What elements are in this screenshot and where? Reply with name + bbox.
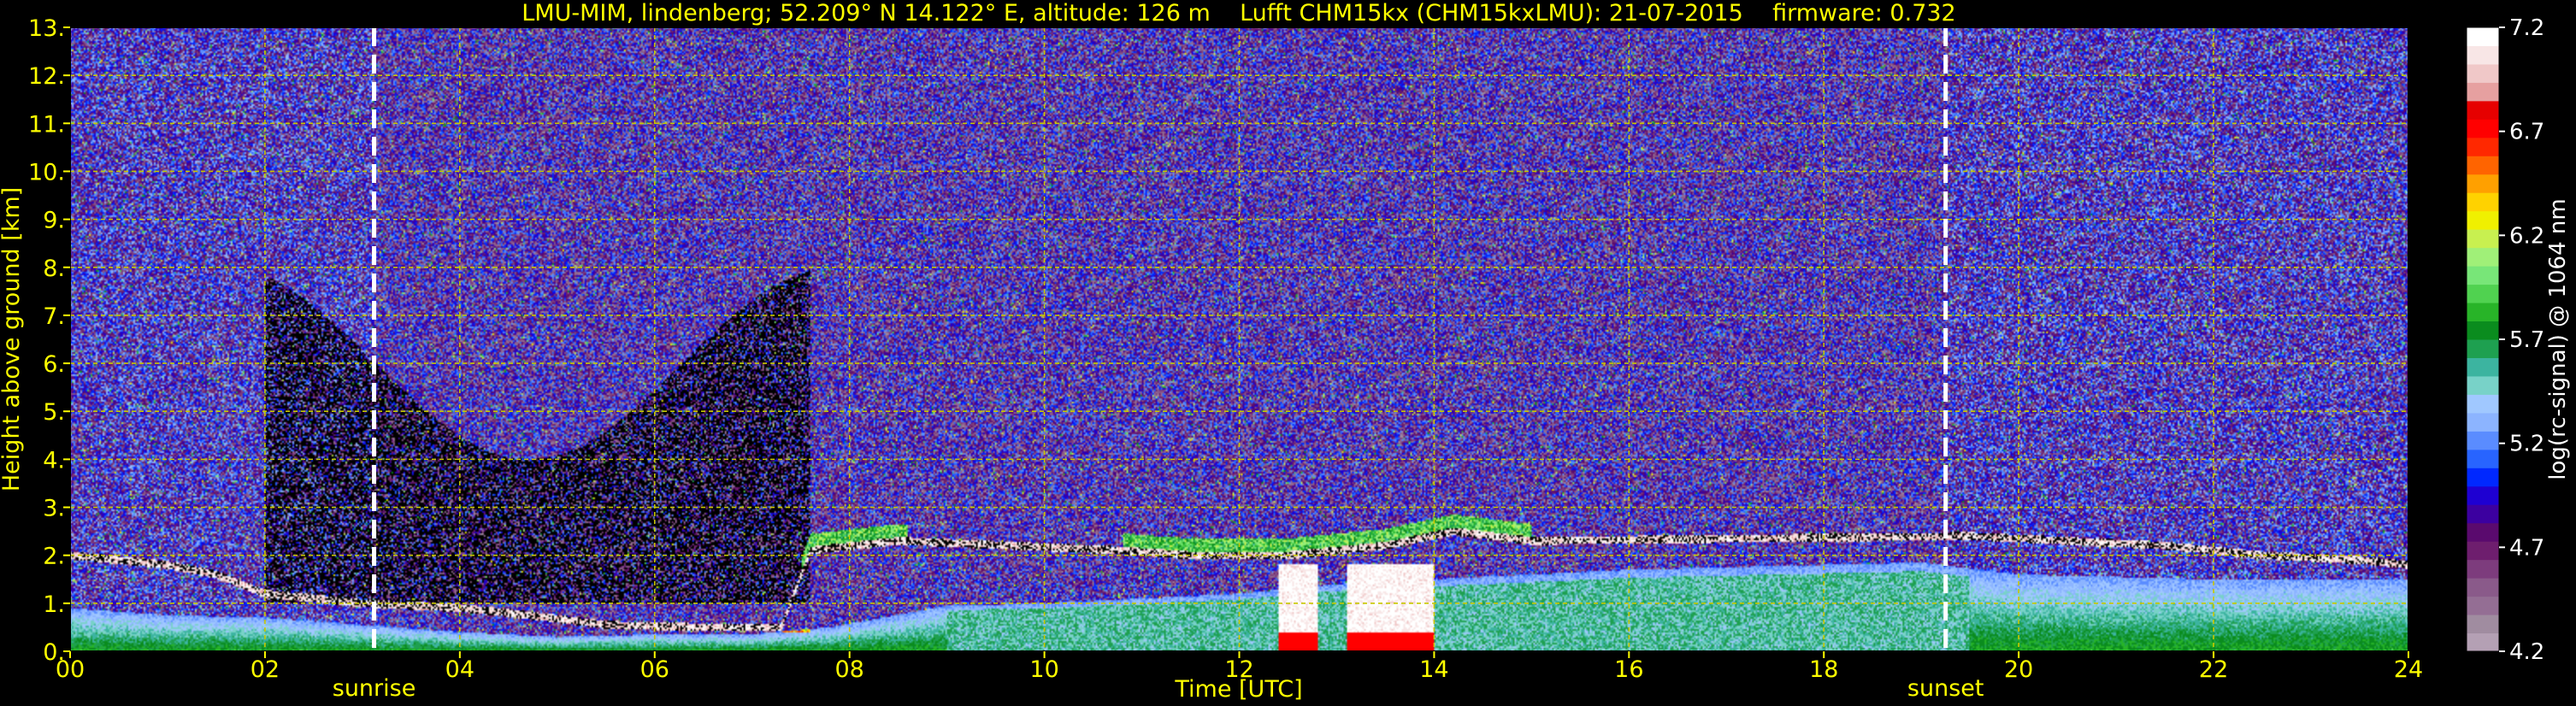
plot-area: [69, 26, 2409, 652]
y-tick-label: 11.: [28, 111, 65, 138]
colorbar-tick-label: 5.7: [2509, 327, 2544, 353]
colorbar-swatch: [2467, 394, 2499, 414]
colorbar-swatch: [2467, 522, 2499, 542]
ceilometer-figure: LMU-MIM, lindenberg; 52.209° N 14.122° E…: [0, 0, 2576, 706]
x-tick-label: 08: [834, 656, 864, 683]
colorbar-swatch: [2467, 431, 2499, 450]
x-tick-label: 04: [445, 656, 475, 683]
colorbar-swatch: [2467, 45, 2499, 65]
x-tick-label: 22: [2199, 656, 2228, 683]
colorbar-swatch: [2467, 485, 2499, 505]
colorbar-swatch: [2467, 82, 2499, 102]
colorbar-tick-label: 6.2: [2509, 223, 2544, 249]
x-tick-label: 16: [1614, 656, 1643, 683]
colorbar-swatch: [2467, 357, 2499, 377]
colorbar-tick-label: 6.7: [2509, 120, 2544, 145]
colorbar-swatch: [2467, 412, 2499, 432]
colorbar-swatch: [2467, 174, 2499, 193]
colorbar-tick-label: 5.2: [2509, 432, 2544, 457]
y-tick-label: 8.: [43, 256, 65, 282]
y-axis-label: Height above ground [km]: [0, 187, 25, 491]
colorbar-swatch: [2467, 210, 2499, 230]
colorbar-swatch: [2467, 321, 2499, 340]
colorbar-swatch: [2467, 468, 2499, 487]
colorbar-swatch: [2467, 303, 2499, 322]
colorbar-swatch: [2467, 449, 2499, 468]
y-tick-label: 3.: [43, 496, 65, 522]
colorbar-swatches: [2467, 27, 2499, 652]
chart-title: LMU-MIM, lindenberg; 52.209° N 14.122° E…: [522, 0, 1955, 26]
colorbar-swatch: [2467, 559, 2499, 579]
colorbar-tick-label: 4.2: [2509, 639, 2544, 665]
colorbar-swatch: [2467, 137, 2499, 156]
y-tick-label: 10.: [28, 159, 65, 185]
x-tick-label: 02: [251, 656, 280, 683]
x-tick-label: 18: [1809, 656, 1838, 683]
x-tick-label: 06: [640, 656, 669, 683]
colorbar-swatch: [2467, 578, 2499, 597]
x-axis-label: Time [UTC]: [1174, 676, 1302, 703]
colorbar-swatch: [2467, 192, 2499, 212]
y-tick-label: 2.: [43, 544, 65, 570]
colorbar-swatch: [2467, 229, 2499, 249]
y-tick-label: 1.: [43, 591, 65, 618]
y-tick-label: 4.: [43, 447, 65, 474]
x-tick-label: 10: [1029, 656, 1058, 683]
colorbar-swatch: [2467, 119, 2499, 138]
x-tick-label: 00: [56, 656, 85, 683]
colorbar-swatch: [2467, 615, 2499, 634]
y-tick-label: 12.: [28, 63, 65, 90]
colorbar-swatch: [2467, 63, 2499, 83]
x-tick-label: 24: [2394, 656, 2423, 683]
colorbar-swatch: [2467, 156, 2499, 175]
colorbar-swatch: [2467, 266, 2499, 285]
colorbar-swatch: [2467, 632, 2499, 652]
colorbar-tick-label: 7.2: [2509, 15, 2544, 41]
colorbar-swatch: [2467, 375, 2499, 395]
colorbar-swatch: [2467, 284, 2499, 303]
colorbar-swatch: [2467, 504, 2499, 524]
y-tick-label: 9.: [43, 208, 65, 234]
x-tick-label: 14: [1419, 656, 1448, 683]
colorbar-tick-label: 4.7: [2509, 535, 2544, 561]
sunset-label: sunset: [1907, 675, 1984, 702]
colorbar-swatch: [2467, 339, 2499, 358]
colorbar-swatch: [2467, 596, 2499, 615]
y-tick-label: 6.: [43, 351, 65, 378]
y-tick-label: 5.: [43, 399, 65, 426]
colorbar-swatch: [2467, 541, 2499, 561]
colorbar-swatch: [2467, 27, 2499, 46]
colorbar-label: log(rc-signal) @ 1064 nm: [2545, 198, 2571, 479]
colorbar-swatch: [2467, 100, 2499, 120]
sunrise-label: sunrise: [333, 675, 416, 702]
y-tick-label: 13.: [28, 15, 65, 42]
y-tick-label: 7.: [43, 303, 65, 330]
colorbar-swatch: [2467, 247, 2499, 267]
x-tick-label: 20: [2004, 656, 2033, 683]
